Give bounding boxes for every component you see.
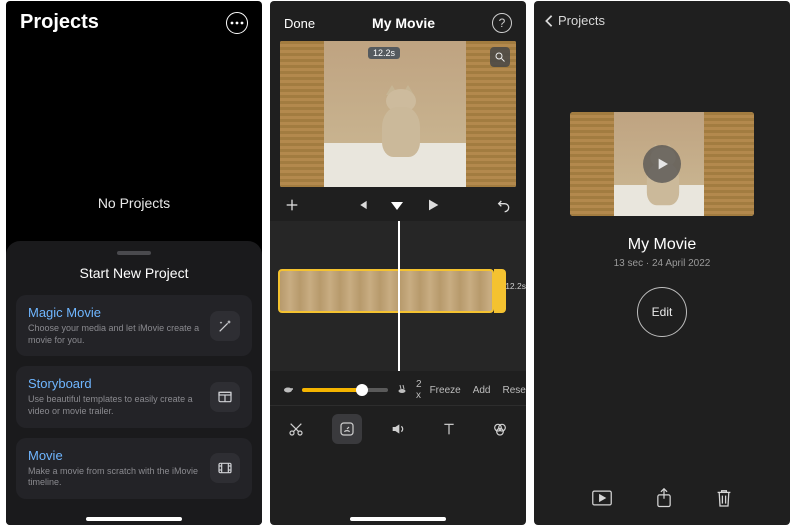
filters-tool[interactable] <box>485 414 515 444</box>
option-title: Movie <box>28 448 200 463</box>
sheet-grabber[interactable] <box>117 251 151 255</box>
back-label: Projects <box>558 13 605 28</box>
back-button[interactable]: Projects <box>534 1 790 40</box>
turtle-icon <box>282 384 294 397</box>
option-storyboard[interactable]: Storyboard Use beautiful templates to ea… <box>16 366 252 427</box>
preview-content <box>280 41 516 187</box>
edit-button[interactable]: Edit <box>637 287 687 337</box>
play-overlay-button[interactable] <box>643 145 681 183</box>
option-magic-movie[interactable]: Magic Movie Choose your media and let iM… <box>16 295 252 356</box>
projects-screen: Projects No Projects Start New Project M… <box>6 1 262 525</box>
undo-button[interactable] <box>496 197 512 213</box>
speed-controls: 2 x Freeze Add Reset <box>270 371 526 405</box>
reset-speed-button[interactable]: Reset <box>502 385 526 396</box>
skip-to-start-button[interactable] <box>355 198 369 212</box>
ellipsis-icon <box>230 21 244 25</box>
option-title: Storyboard <box>28 376 200 391</box>
editor-header: Done My Movie ? <box>270 1 526 41</box>
cut-tool[interactable] <box>281 414 311 444</box>
project-detail-screen: Projects My Movie 13 sec · 24 April 2022… <box>534 1 790 525</box>
freeze-button[interactable]: Freeze <box>430 385 461 396</box>
editor-toolbar <box>270 405 526 451</box>
share-button[interactable] <box>656 488 672 513</box>
option-subtitle: Use beautiful templates to easily create… <box>28 394 200 417</box>
speed-multiplier-label: 2 x <box>416 379 422 401</box>
project-meta: 13 sec · 24 April 2022 <box>534 258 790 269</box>
filmstrip-icon <box>210 453 240 483</box>
editor-screen: Done My Movie ? 12.2s <box>270 1 526 525</box>
titles-tool[interactable] <box>434 414 464 444</box>
selected-clip[interactable] <box>278 269 494 313</box>
storyboard-icon <box>210 382 240 412</box>
option-title: Magic Movie <box>28 305 200 320</box>
speed-slider[interactable] <box>302 388 388 392</box>
magic-wand-icon <box>210 311 240 341</box>
video-preview[interactable]: 12.2s <box>280 41 516 187</box>
project-title: My Movie <box>534 236 790 254</box>
zoom-button[interactable] <box>490 47 510 67</box>
new-project-sheet: Start New Project Magic Movie Choose you… <box>6 241 262 525</box>
sheet-title: Start New Project <box>16 265 252 281</box>
chevron-left-icon <box>544 14 554 28</box>
project-actions <box>534 488 790 513</box>
editor-title: My Movie <box>372 15 435 31</box>
transport-controls <box>270 187 526 219</box>
project-thumbnail[interactable] <box>570 112 754 216</box>
option-subtitle: Choose your media and let iMovie create … <box>28 323 200 346</box>
play-project-button[interactable] <box>592 490 612 511</box>
home-indicator[interactable] <box>350 517 446 521</box>
play-button[interactable] <box>425 197 441 213</box>
rabbit-icon <box>396 383 408 398</box>
projects-header: Projects <box>6 1 262 40</box>
option-subtitle: Make a movie from scratch with the iMovi… <box>28 466 200 489</box>
projects-title: Projects <box>20 11 99 34</box>
add-speed-button[interactable]: Add <box>473 385 491 396</box>
option-movie[interactable]: Movie Make a movie from scratch with the… <box>16 438 252 499</box>
timecode-badge: 12.2s <box>368 47 400 59</box>
empty-state-text: No Projects <box>6 195 262 211</box>
timeline[interactable]: 12.2s <box>270 221 526 371</box>
play-icon <box>654 156 670 172</box>
home-indicator[interactable] <box>86 517 182 521</box>
help-button[interactable]: ? <box>492 13 512 33</box>
volume-tool[interactable] <box>383 414 413 444</box>
playhead-marker-icon <box>391 202 403 210</box>
clip-duration-label: 12.2s <box>505 281 526 291</box>
more-options-button[interactable] <box>226 12 248 34</box>
playhead-line[interactable] <box>398 221 400 371</box>
done-button[interactable]: Done <box>284 16 315 31</box>
delete-button[interactable] <box>716 488 732 513</box>
speed-tool[interactable] <box>332 414 362 444</box>
add-media-button[interactable] <box>284 197 300 213</box>
clip-trim-handle[interactable] <box>494 269 506 313</box>
